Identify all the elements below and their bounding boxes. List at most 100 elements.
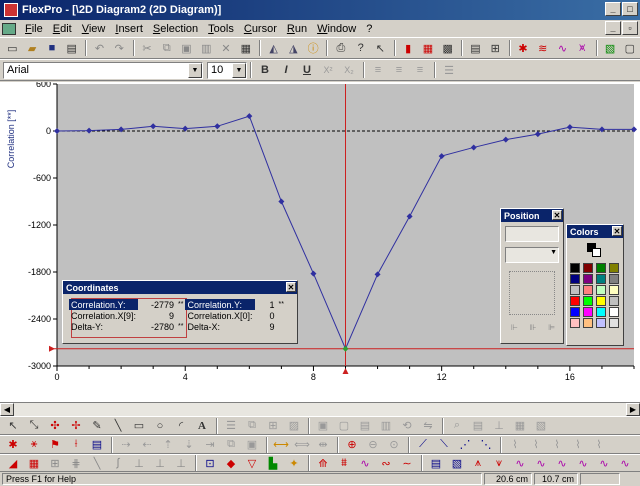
position-spin-field[interactable]	[505, 226, 559, 242]
align-center-icon[interactable]: ≡	[389, 61, 409, 79]
zoom-reset-icon[interactable]: ⊙	[384, 436, 404, 454]
axis-icon[interactable]: ⊥	[489, 417, 509, 435]
zoom-out-icon[interactable]: ⊖	[363, 436, 383, 454]
ellipse-icon[interactable]: ○	[150, 417, 170, 435]
group-icon[interactable]: ⧉	[242, 417, 262, 435]
chart24-icon[interactable]: ∿	[510, 454, 530, 472]
chart25-icon[interactable]: ∿	[531, 454, 551, 472]
hatch-icon[interactable]: ▨	[284, 417, 304, 435]
position-panel-title[interactable]: Position ✕	[501, 209, 563, 222]
alignment-grid[interactable]	[509, 271, 555, 315]
distribute-buttons[interactable]: ⊩ ⊪ ⊫	[505, 323, 561, 337]
chart13-icon[interactable]: ▙	[263, 454, 283, 472]
chart28-icon[interactable]: ∿	[594, 454, 614, 472]
cursor-pair-icon[interactable]: ⟊	[66, 436, 86, 454]
scroll-right-button[interactable]: ▶	[626, 403, 640, 416]
chart26-icon[interactable]: ∿	[552, 454, 572, 472]
range3-icon[interactable]: ⇹	[313, 436, 333, 454]
range-icon[interactable]: ⟷	[271, 436, 291, 454]
color-swatch[interactable]	[596, 318, 606, 328]
chart21-icon[interactable]: ▧	[447, 454, 467, 472]
ungroup-icon[interactable]: ⊞	[263, 417, 283, 435]
chevron-down-icon[interactable]: ▼	[550, 249, 557, 256]
undo-icon[interactable]: ↶	[90, 39, 109, 57]
chart4-icon[interactable]: ⋕	[66, 454, 86, 472]
rotate-icon[interactable]: ⟲	[397, 417, 417, 435]
chart3-icon[interactable]: ⊞	[45, 454, 65, 472]
menu-window[interactable]: Window	[312, 23, 361, 35]
chart12-icon[interactable]: ▽	[242, 454, 262, 472]
crosshair-icon[interactable]: ✢	[66, 417, 86, 435]
color-swatch[interactable]	[570, 296, 580, 306]
paste-value-icon[interactable]: ▣	[242, 436, 262, 454]
fit3-icon[interactable]: ⌇	[547, 436, 567, 454]
info-icon[interactable]: ⓘ	[304, 39, 323, 57]
color-swatch[interactable]	[609, 263, 619, 273]
list-icon[interactable]: ☰	[439, 61, 459, 79]
table-icon[interactable]: ▦	[419, 39, 438, 57]
new-icon[interactable]: ▭	[3, 39, 22, 57]
layer-up-icon[interactable]: ▤	[355, 417, 375, 435]
chart17-icon[interactable]: ∿	[355, 454, 375, 472]
marker-icon[interactable]: ✱	[3, 436, 23, 454]
color-swatch[interactable]	[609, 285, 619, 295]
open-icon[interactable]: ▰	[23, 39, 42, 57]
document-icon[interactable]	[2, 22, 16, 35]
chart16-icon[interactable]: ⩩	[334, 454, 354, 472]
chart22-icon[interactable]: ⩚	[468, 454, 488, 472]
properties-icon[interactable]: ▦	[510, 417, 530, 435]
copy-icon[interactable]: ⧉	[157, 39, 176, 57]
bold-button[interactable]: B	[255, 61, 275, 79]
close-icon[interactable]: ✕	[552, 210, 562, 220]
legend-icon[interactable]: ▧	[531, 417, 551, 435]
color-swatch[interactable]	[570, 318, 580, 328]
fit5-icon[interactable]: ⌇	[589, 436, 609, 454]
align-icon[interactable]: ☰	[221, 417, 241, 435]
menu-cursor[interactable]: Cursor	[239, 23, 282, 35]
trace2-icon[interactable]: ⇠	[137, 436, 157, 454]
analysis2-icon[interactable]: ◮	[284, 39, 303, 57]
paste-icon[interactable]: ▣	[177, 39, 196, 57]
context-help-icon[interactable]: ↖	[371, 39, 390, 57]
color-swatch[interactable]	[596, 296, 606, 306]
underline-button[interactable]: U	[297, 61, 317, 79]
menu-view[interactable]: View	[77, 23, 111, 35]
font-size-select[interactable]: 10 ▼	[207, 61, 247, 79]
document-icon[interactable]: ▤	[466, 39, 485, 57]
chart6-icon[interactable]: ∫	[108, 454, 128, 472]
horizontal-scrollbar[interactable]: ◀ ▶	[0, 402, 640, 416]
menu-run[interactable]: Run	[282, 23, 312, 35]
line-icon[interactable]: ╲	[108, 417, 128, 435]
fit4-icon[interactable]: ⌇	[568, 436, 588, 454]
chart27-icon[interactable]: ∿	[573, 454, 593, 472]
color-swatch[interactable]	[583, 318, 593, 328]
color-swatch[interactable]	[570, 274, 580, 284]
window-icon[interactable]: ▢	[620, 39, 639, 57]
filter-icon[interactable]: ∿	[553, 39, 572, 57]
color-swatch[interactable]	[596, 285, 606, 295]
chart29-icon[interactable]: ∿	[615, 454, 635, 472]
color-swatch[interactable]	[583, 296, 593, 306]
color-swatch[interactable]	[596, 307, 606, 317]
cut-icon[interactable]: ✂	[138, 39, 157, 57]
help-icon[interactable]: ?	[351, 39, 370, 57]
color-swatch[interactable]	[583, 307, 593, 317]
table-icon[interactable]: ▤	[87, 436, 107, 454]
format-painter-icon[interactable]: ▥	[197, 39, 216, 57]
cursor-y-marker[interactable]	[49, 345, 55, 352]
delete-icon[interactable]: ✕	[217, 39, 236, 57]
grid-icon[interactable]: ▩	[438, 39, 457, 57]
minimize-button[interactable]: _	[605, 2, 621, 16]
rectangle-icon[interactable]: ▭	[129, 417, 149, 435]
color-swatch[interactable]	[583, 274, 593, 284]
redo-icon[interactable]: ↷	[110, 39, 129, 57]
menu-file[interactable]: File	[20, 23, 48, 35]
color-swatch[interactable]	[596, 274, 606, 284]
menu-tools[interactable]: Tools	[203, 23, 239, 35]
pen-icon[interactable]: ✎	[87, 417, 107, 435]
chart2-icon[interactable]: ▦	[24, 454, 44, 472]
slope-icon[interactable]: ⟋	[413, 436, 433, 454]
spectrum-icon[interactable]: ⩙	[573, 39, 592, 57]
color-swatch[interactable]	[583, 263, 593, 273]
trace-icon[interactable]: ⇢	[116, 436, 136, 454]
